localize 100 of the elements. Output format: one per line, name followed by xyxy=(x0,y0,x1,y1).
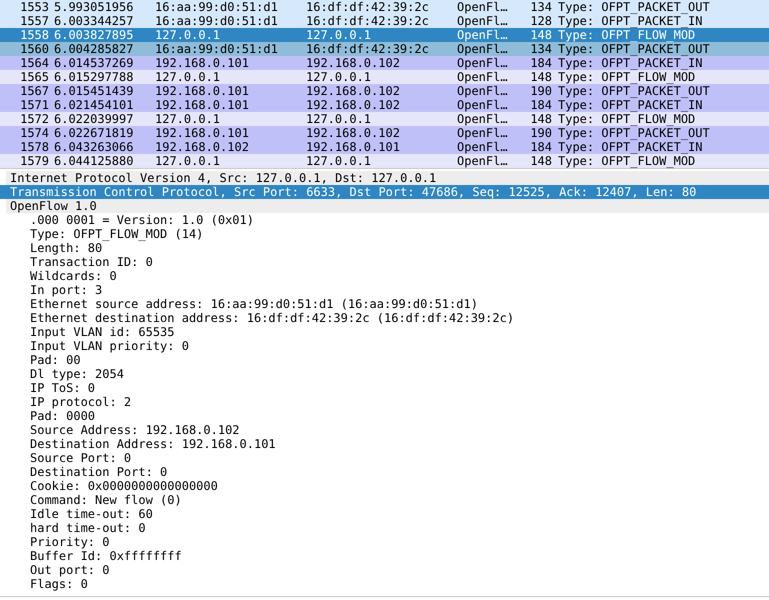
tree-item[interactable]: Length: 80 xyxy=(0,241,769,255)
tree-item[interactable]: Source Port: 0 xyxy=(0,451,769,465)
table-cell-text: 6.004285827 xyxy=(53,42,134,56)
tree-item[interactable]: Ethernet source address: 16:aa:99:d0:51:d1 (16:aa:99:d0:51:d1) xyxy=(0,297,769,311)
packet-row[interactable]: 1574 6.022671819 192.168.0.101 192.168.0.102 OpenFl… 190 Type: OFPT_PACKET_OUT xyxy=(0,126,769,140)
table-cell-text: 127.0.0.1 xyxy=(155,154,222,168)
tree-item[interactable]: Cookie: 0x0000000000000000 xyxy=(0,479,769,493)
table-cell-text: 127.0.0.1 xyxy=(155,112,222,126)
table-cell-text: 1560 xyxy=(19,42,49,56)
table-cell-text: Type: OFPT_PACKET_OUT xyxy=(557,126,711,140)
tree-item[interactable]: Destination Port: 0 xyxy=(0,465,769,479)
table-cell-text: 1572 xyxy=(19,112,49,126)
table-cell-text: 1564 xyxy=(19,56,49,70)
table-cell-text: 16:aa:99:d0:51:d1 xyxy=(155,0,279,14)
table-cell-text: 16:df:df:42:39:2c xyxy=(306,42,430,56)
tree-item[interactable]: Input VLAN id: 65535 xyxy=(0,325,769,339)
table-cell-text: 6.022039997 xyxy=(53,112,134,126)
tree-item[interactable]: IP ToS: 0 xyxy=(0,381,769,395)
table-cell-text: 1553 xyxy=(19,0,49,14)
table-cell-text: 128 xyxy=(529,14,552,28)
packet-row[interactable]: 1567 6.015451439 192.168.0.101 192.168.0.102 OpenFl… 190 Type: OFPT_PACKET_OUT xyxy=(0,84,769,98)
packet-row[interactable]: 1557 6.003344257 16:aa:99:d0:51:d1 16:df:df:42:39:2c OpenFl… 128 Type: OFPT_PACKET_IN xyxy=(0,14,769,28)
tree-item[interactable]: Out port: 0 xyxy=(0,563,769,577)
table-cell-text: 127.0.0.1 xyxy=(155,28,222,42)
table-cell-text: OpenFl… xyxy=(457,140,509,154)
table-cell-text: 1558 xyxy=(19,28,49,42)
table-cell-text: OpenFl… xyxy=(457,42,509,56)
tree-item[interactable]: IP protocol: 2 xyxy=(0,395,769,409)
tree-item[interactable]: Idle time-out: 60 xyxy=(0,507,769,521)
table-cell-text: OpenFl… xyxy=(457,98,509,112)
table-cell-text: OpenFl… xyxy=(457,154,509,168)
table-cell-text: Type: OFPT_PACKET_IN xyxy=(557,98,704,112)
table-cell-text: 190 xyxy=(529,126,552,140)
packet-row[interactable]: 1579 6.044125880 127.0.0.1 127.0.0.1 OpenFl… 148 Type: OFPT_FLOW_MOD xyxy=(0,154,769,168)
table-cell-text: 6.015297788 xyxy=(53,70,134,84)
table-cell-text: 6.003344257 xyxy=(53,14,134,28)
table-cell-text: 148 xyxy=(529,154,552,168)
tree-item[interactable]: Internet Protocol Version 4, Src: 127.0.0.1, Dst: 127.0.0.1 xyxy=(6,171,769,185)
packet-row[interactable]: 1553 5.993051956 16:aa:99:d0:51:d1 16:df:df:42:39:2c OpenFl… 134 Type: OFPT_PACKET_OUT xyxy=(0,0,769,14)
table-cell-text: Type: OFPT_PACKET_OUT xyxy=(557,84,711,98)
table-cell-text: 192.168.0.101 xyxy=(155,84,250,98)
tree-item[interactable]: Flags: 0 xyxy=(0,577,769,591)
tree-item[interactable]: In port: 3 xyxy=(0,283,769,297)
tree-item[interactable]: Ethernet destination address: 16:df:df:42:39:2c (16:df:df:42:39:2c) xyxy=(0,311,769,325)
table-cell-text: 127.0.0.1 xyxy=(155,70,222,84)
tree-item[interactable]: Pad: 00 xyxy=(0,353,769,367)
packet-row[interactable]: 1578 6.043263066 192.168.0.102 192.168.0.101 OpenFl… 184 Type: OFPT_PACKET_IN xyxy=(0,140,769,154)
table-cell-text: OpenFl… xyxy=(457,84,509,98)
packet-row[interactable]: 1565 6.015297788 127.0.0.1 127.0.0.1 OpenFl… 148 Type: OFPT_FLOW_MOD xyxy=(0,70,769,84)
table-cell-text: 1579 xyxy=(19,154,49,168)
table-cell-text: Type: OFPT_FLOW_MOD xyxy=(557,28,696,42)
table-cell-text: 192.168.0.101 xyxy=(155,126,250,140)
tree-item[interactable]: Pad: 0000 xyxy=(0,409,769,423)
table-cell-text: 134 xyxy=(529,42,552,56)
table-cell-text: OpenFl… xyxy=(457,28,509,42)
tree-item[interactable]: Input VLAN priority: 0 xyxy=(0,339,769,353)
table-cell-text: 1578 xyxy=(19,140,49,154)
packet-row[interactable]: 1560 6.004285827 16:aa:99:d0:51:d1 16:df:df:42:39:2c OpenFl… 134 Type: OFPT_PACKET_OUT xyxy=(0,42,769,56)
tree-item[interactable]: Source Address: 192.168.0.102 xyxy=(0,423,769,437)
table-cell-text: 1557 xyxy=(19,14,49,28)
table-cell-text: 192.168.0.102 xyxy=(306,98,401,112)
tree-item[interactable]: Type: OFPT_FLOW_MOD (14) xyxy=(0,227,769,241)
table-cell-text: Type: OFPT_PACKET_OUT xyxy=(557,42,711,56)
table-cell-text: 1565 xyxy=(19,70,49,84)
table-cell-text: 127.0.0.1 xyxy=(306,154,372,168)
table-cell-text: 16:df:df:42:39:2c xyxy=(306,0,430,14)
table-cell-text: Type: OFPT_PACKET_OUT xyxy=(557,0,711,14)
tree-item[interactable]: hard time-out: 0 xyxy=(0,521,769,535)
tree-item[interactable]: Dl type: 2054 xyxy=(0,367,769,381)
table-cell-text: 192.168.0.102 xyxy=(306,126,401,140)
table-cell-text: 127.0.0.1 xyxy=(306,112,372,126)
tree-item[interactable]: Wildcards: 0 xyxy=(0,269,769,283)
table-cell-text: 16:aa:99:d0:51:d1 xyxy=(155,14,279,28)
table-cell-text: 6.043263066 xyxy=(53,140,134,154)
tree-item[interactable]: .000 0001 = Version: 1.0 (0x01) xyxy=(0,213,769,227)
packet-row[interactable]: 1572 6.022039997 127.0.0.1 127.0.0.1 OpenFl… 148 Type: OFPT_FLOW_MOD xyxy=(0,112,769,126)
table-cell-text: OpenFl… xyxy=(457,126,509,140)
tree-item[interactable]: Destination Address: 192.168.0.101 xyxy=(0,437,769,451)
table-cell-text: 127.0.0.1 xyxy=(306,28,372,42)
packet-row[interactable]: 1571 6.021454101 192.168.0.101 192.168.0.102 OpenFl… 184 Type: OFPT_PACKET_IN xyxy=(0,98,769,112)
packet-row[interactable]: 1558 6.003827895 127.0.0.1 127.0.0.1 OpenFl… 148 Type: OFPT_FLOW_MOD xyxy=(0,28,769,42)
tree-item[interactable]: OpenFlow 1.0 xyxy=(6,199,769,213)
table-cell-text: 148 xyxy=(529,28,552,42)
table-cell-text: 6.014537269 xyxy=(53,56,134,70)
table-cell-text: 192.168.0.102 xyxy=(306,84,401,98)
table-cell-text: 5.993051956 xyxy=(53,0,134,14)
packet-row[interactable]: 1564 6.014537269 192.168.0.101 192.168.0.102 OpenFl… 184 Type: OFPT_PACKET_IN xyxy=(0,56,769,70)
table-cell-text: 6.015451439 xyxy=(53,84,134,98)
tree-item[interactable]: Transaction ID: 0 xyxy=(0,255,769,269)
tree-item[interactable]: Transmission Control Protocol, Src Port: 6633, Dst Port: 47686, Seq: 12525, Ack: 12407, Len: 80 xyxy=(0,185,769,199)
table-cell-text: OpenFl… xyxy=(457,14,509,28)
tree-item[interactable]: Priority: 0 xyxy=(0,535,769,549)
tree-item[interactable]: Command: New flow (0) xyxy=(0,493,769,507)
table-cell-text: 192.168.0.101 xyxy=(155,98,250,112)
table-cell-text: 148 xyxy=(529,70,552,84)
table-cell-text: Type: OFPT_PACKET_IN xyxy=(557,14,704,28)
tree-item[interactable]: Buffer Id: 0xffffffff xyxy=(0,549,769,563)
table-cell-text: 1567 xyxy=(19,84,49,98)
table-cell-text: 184 xyxy=(529,98,552,112)
table-cell-text: 1574 xyxy=(19,126,49,140)
